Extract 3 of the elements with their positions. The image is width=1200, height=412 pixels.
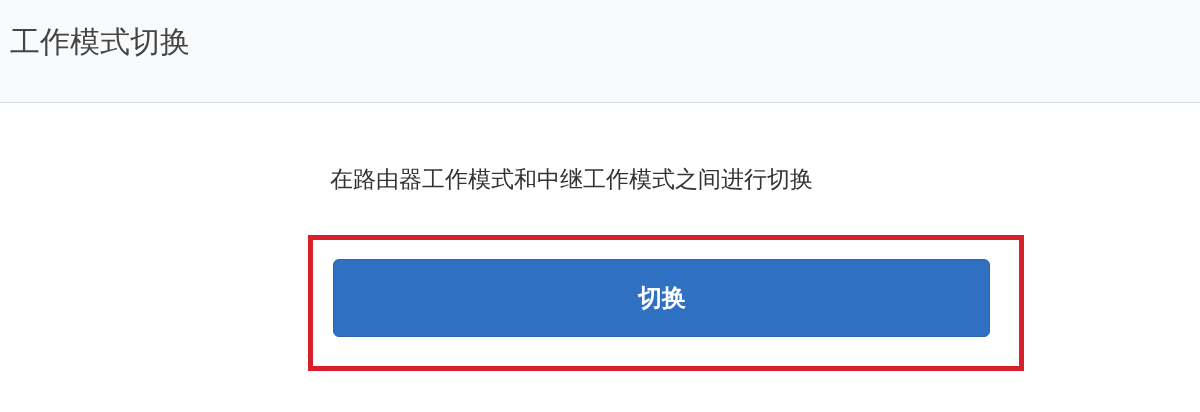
page-title: 工作模式切换 <box>10 24 190 59</box>
description-text: 在路由器工作模式和中继工作模式之间进行切换 <box>330 166 813 192</box>
switch-button[interactable]: 切换 <box>333 259 990 337</box>
